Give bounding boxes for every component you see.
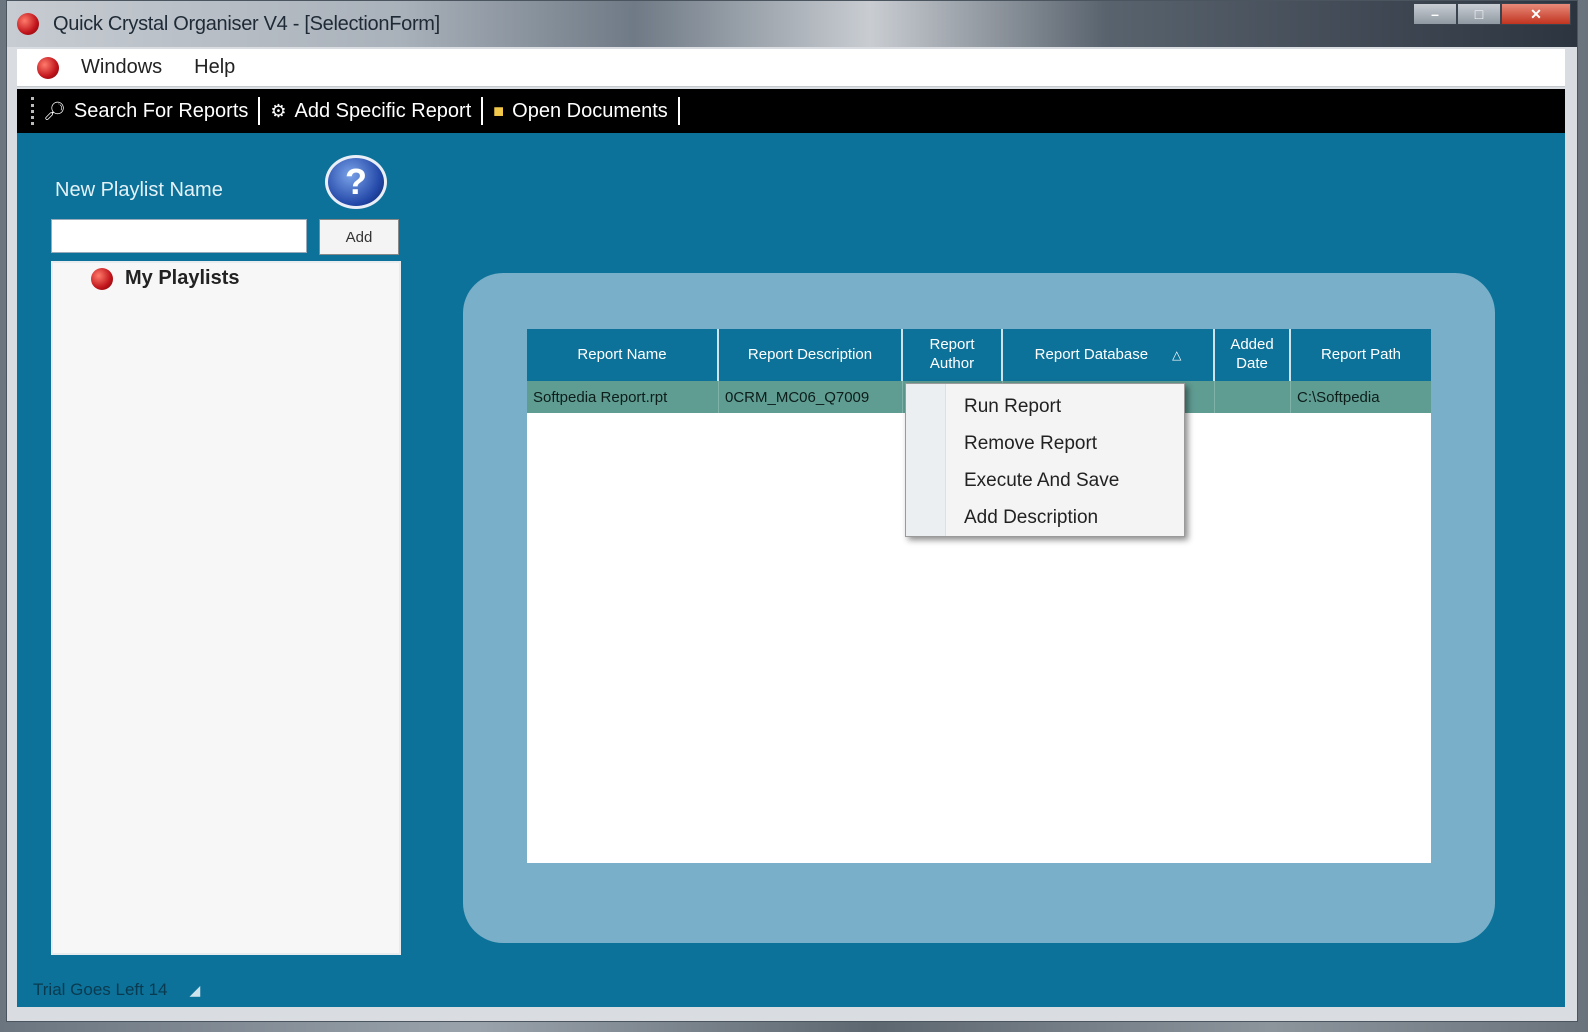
search-icon: 🔎︎ xyxy=(43,100,66,121)
sort-icon: △ xyxy=(1172,347,1182,362)
toolbar: 🔎︎ Search For Reports ⚙ Add Specific Rep… xyxy=(17,89,1565,133)
resize-grip-icon[interactable]: ◢ xyxy=(190,982,201,999)
add-playlist-button[interactable]: Add xyxy=(319,219,399,255)
column-header-added-date[interactable]: Added Date xyxy=(1215,329,1291,381)
window-controls: – □ ✕ xyxy=(1413,3,1571,25)
column-header-report-author[interactable]: Report Author xyxy=(903,329,1003,381)
column-header-report-database[interactable]: Report Database △ xyxy=(1003,329,1215,381)
column-header-report-database-label: Report Database xyxy=(1034,345,1149,363)
toolbar-separator xyxy=(677,97,680,125)
search-for-reports-button[interactable]: 🔎︎ Search For Reports xyxy=(43,100,248,123)
minimize-button[interactable]: – xyxy=(1413,3,1457,25)
menu-item-remove-report[interactable]: Remove Report xyxy=(964,433,1097,455)
column-header-report-name[interactable]: Report Name xyxy=(527,329,719,381)
menu-bar: Windows Help xyxy=(17,49,1565,87)
maximize-icon: □ xyxy=(1474,6,1484,22)
menu-logo-icon[interactable] xyxy=(37,56,59,79)
menu-item-execute-and-save[interactable]: Execute And Save xyxy=(964,470,1119,492)
cell-report-description: 0CRM_MC06_Q7009 xyxy=(719,381,903,413)
close-icon: ✕ xyxy=(1530,5,1542,22)
status-text: Trial Goes Left 14 xyxy=(33,980,168,999)
toolbar-separator xyxy=(258,97,261,125)
add-specific-report-label: Add Specific Report xyxy=(294,99,472,122)
open-documents-label: Open Documents xyxy=(512,99,668,122)
grid-header: Report Name Report Description Report Au… xyxy=(527,329,1431,381)
open-documents-button[interactable]: ■ Open Documents xyxy=(493,100,668,123)
maximize-button[interactable]: □ xyxy=(1457,3,1501,25)
toolbar-separator xyxy=(481,97,484,125)
new-playlist-label: New Playlist Name xyxy=(55,179,223,201)
menu-item-run-report[interactable]: Run Report xyxy=(964,396,1061,418)
menu-item-add-description[interactable]: Add Description xyxy=(964,507,1098,529)
column-header-report-path[interactable]: Report Path xyxy=(1291,329,1431,381)
tree-node-label: My Playlists xyxy=(125,267,240,289)
cell-added-date xyxy=(1215,381,1291,413)
folder-icon: ■ xyxy=(493,100,505,121)
menu-help[interactable]: Help xyxy=(194,56,235,79)
playlist-tree[interactable]: My Playlists xyxy=(51,261,401,955)
playlist-name-input[interactable] xyxy=(51,219,307,253)
toolbar-grip[interactable] xyxy=(31,97,35,125)
window-title: Quick Crystal Organiser V4 - [SelectionF… xyxy=(53,12,440,35)
report-frame: Report Name Report Description Report Au… xyxy=(463,273,1495,943)
add-specific-report-button[interactable]: ⚙ Add Specific Report xyxy=(270,100,471,123)
close-button[interactable]: ✕ xyxy=(1501,3,1571,25)
tree-node-my-playlists[interactable]: My Playlists xyxy=(91,267,240,290)
menu-windows[interactable]: Windows xyxy=(81,56,162,79)
playlist-icon xyxy=(91,267,113,290)
title-bar[interactable]: Quick Crystal Organiser V4 - [SelectionF… xyxy=(7,1,1577,47)
status-bar: Trial Goes Left 14 ◢ xyxy=(17,973,1565,1007)
gear-icon: ⚙ xyxy=(270,100,287,121)
client-area: New Playlist Name ? Add My Playlists Rep… xyxy=(17,133,1565,1007)
column-header-report-description[interactable]: Report Description xyxy=(719,329,903,381)
help-icon[interactable]: ? xyxy=(325,155,387,209)
context-menu-gutter xyxy=(906,384,946,536)
context-menu: Run Report Remove Report Execute And Sav… xyxy=(905,383,1185,537)
app-logo-icon xyxy=(17,13,39,35)
app-window: Quick Crystal Organiser V4 - [SelectionF… xyxy=(6,0,1578,1022)
cell-report-path: C:\Softpedia xyxy=(1297,388,1380,406)
cell-report-name: Softpedia Report.rpt xyxy=(527,381,719,413)
minimize-icon: – xyxy=(1431,6,1439,22)
search-for-reports-label: Search For Reports xyxy=(73,99,249,122)
